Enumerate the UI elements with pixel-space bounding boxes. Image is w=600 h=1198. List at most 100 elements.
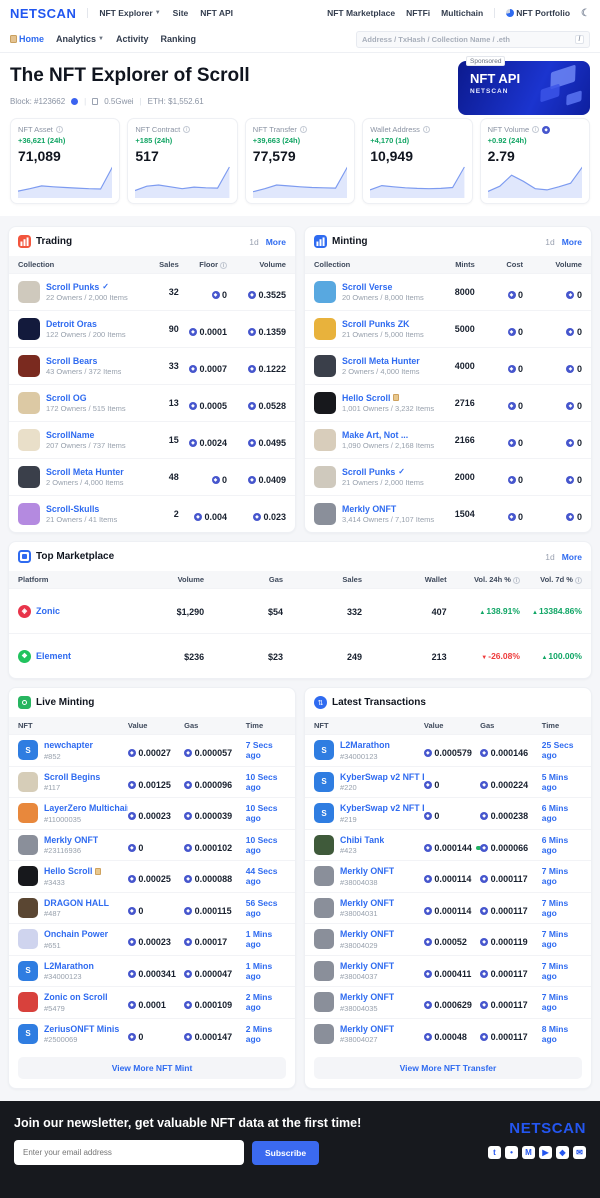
- table-row[interactable]: Merkly ONFT#38004027◆0.00048◆0.0001178 M…: [305, 1018, 591, 1050]
- collection-name[interactable]: Scroll Meta Hunter: [342, 356, 420, 366]
- time-ago-link[interactable]: 10 Secs ago: [246, 772, 286, 792]
- collection-name[interactable]: Merkly ONFT: [340, 961, 394, 971]
- info-icon[interactable]: i: [513, 577, 520, 584]
- stat-card[interactable]: NFT Contracti+185 (24h)517: [127, 118, 237, 204]
- stat-card[interactable]: NFT Volumei◆+0.92 (24h)2.79: [480, 118, 590, 204]
- table-row[interactable]: Scroll Verse20 Owners / 8,000 Items8000◆…: [305, 273, 591, 310]
- time-ago-link[interactable]: 1 Mins ago: [246, 961, 286, 981]
- collection-name[interactable]: Merkly ONFT: [340, 1024, 394, 1034]
- topnav-link[interactable]: Site: [173, 8, 189, 18]
- table-row[interactable]: Zonic on Scroll#5479◆0.0001◆0.0001092 Mi…: [9, 986, 295, 1018]
- topnav-link[interactable]: NFT Explorer▼: [99, 8, 160, 18]
- collection-name[interactable]: Scroll Punks✓: [46, 282, 128, 292]
- table-row[interactable]: Scroll OG172 Owners / 515 Items13◆0.0005…: [9, 384, 295, 421]
- info-icon[interactable]: i: [575, 577, 582, 584]
- brand-logo[interactable]: NETSCAN: [10, 6, 76, 21]
- medium-icon[interactable]: M: [522, 1146, 535, 1159]
- time-ago-link[interactable]: 7 Mins ago: [542, 866, 582, 886]
- table-row[interactable]: Detroit Oras122 Owners / 200 Items90◆0.0…: [9, 310, 295, 347]
- table-row[interactable]: Scroll Punks✓21 Owners / 2,000 Items2000…: [305, 458, 591, 495]
- time-ago-link[interactable]: 7 Mins ago: [542, 898, 582, 918]
- subnav-item-analytics[interactable]: Analytics▼: [56, 34, 104, 44]
- collection-name[interactable]: Chibi Tank: [340, 835, 384, 845]
- collection-name[interactable]: Scroll Verse: [342, 282, 424, 292]
- collection-name[interactable]: ZeriusONFT Minis: [44, 1024, 119, 1034]
- table-row[interactable]: SL2Marathon#34000123◆0.000341◆0.0000471 …: [9, 955, 295, 987]
- stat-card[interactable]: NFT Transferi+39,663 (24h)77,579: [245, 118, 355, 204]
- collection-name[interactable]: Merkly ONFT: [340, 992, 394, 1002]
- collection-name[interactable]: Merkly ONFT: [340, 898, 394, 908]
- table-row[interactable]: Scroll Bears43 Owners / 372 Items33◆0.00…: [9, 347, 295, 384]
- time-ago-link[interactable]: 10 Secs ago: [246, 803, 286, 823]
- table-row[interactable]: LayerZero Multichain ...#11000035◆0.0002…: [9, 797, 295, 829]
- collection-name[interactable]: L2Marathon: [44, 961, 94, 971]
- table-row[interactable]: SKyberSwap v2 NFT Po...#219◆0◆0.0002386 …: [305, 797, 591, 829]
- collection-name[interactable]: Merkly ONFT: [342, 504, 434, 514]
- table-row[interactable]: Merkly ONFT#38004035◆0.000629◆0.0001177 …: [305, 986, 591, 1018]
- topnav-link[interactable]: Multichain: [441, 8, 483, 18]
- collection-name[interactable]: Onchain Power: [44, 929, 108, 939]
- collection-name[interactable]: Merkly ONFT: [340, 929, 394, 939]
- collection-name[interactable]: Zonic on Scroll: [44, 992, 108, 1002]
- table-row[interactable]: Scroll Meta Hunter2 Owners / 4,000 Items…: [305, 347, 591, 384]
- time-ago-link[interactable]: 10 Secs ago: [246, 835, 286, 855]
- table-row[interactable]: Make Art, Not ...1,090 Owners / 2,168 It…: [305, 421, 591, 458]
- collection-name[interactable]: Scroll Punks✓: [342, 467, 424, 477]
- collection-name[interactable]: Scroll OG: [46, 393, 126, 403]
- table-row[interactable]: Merkly ONFT#38004029◆0.00052◆0.0001197 M…: [305, 923, 591, 955]
- table-row[interactable]: Snewchapter#852◆0.00027◆0.0000577 Secs a…: [9, 734, 295, 766]
- youtube-icon[interactable]: ▶: [539, 1146, 552, 1159]
- table-row[interactable]: Merkly ONFT#23116936◆0◆0.00010210 Secs a…: [9, 829, 295, 861]
- table-row[interactable]: Merkly ONFT3,414 Owners / 7,107 Items150…: [305, 495, 591, 532]
- collection-name[interactable]: Scroll Meta Hunter: [46, 467, 124, 477]
- nft-portfolio-link[interactable]: NFT Portfolio: [506, 8, 570, 18]
- marketplace-row[interactable]: ❖Element$236$23249213▼-26.08%▲100.00%: [9, 633, 591, 678]
- table-row[interactable]: DRAGON HALL#487◆0◆0.00011556 Secs ago: [9, 892, 295, 924]
- dark-mode-toggle-icon[interactable]: ☾: [581, 8, 590, 19]
- table-row[interactable]: Scroll-Skulls21 Owners / 41 Items2◆0.004…: [9, 495, 295, 532]
- collection-name[interactable]: Detroit Oras: [46, 319, 126, 329]
- time-ago-link[interactable]: 6 Mins ago: [542, 835, 582, 855]
- collection-name[interactable]: Merkly ONFT: [44, 835, 98, 845]
- platform-name[interactable]: ◈Zonic: [18, 605, 108, 618]
- subnav-item-ranking[interactable]: Ranking: [161, 34, 197, 44]
- time-ago-link[interactable]: 8 Mins ago: [542, 1024, 582, 1044]
- table-row[interactable]: SL2Marathon#34000123◆0.000579◆0.00014625…: [305, 734, 591, 766]
- time-ago-link[interactable]: 7 Mins ago: [542, 929, 582, 949]
- stat-card[interactable]: NFT Asseti+36,621 (24h)71,089: [10, 118, 120, 204]
- stat-card[interactable]: Wallet Addressi+4,170 (1d)10,949: [362, 118, 472, 204]
- collection-name[interactable]: KyberSwap v2 NFT Po...: [340, 803, 424, 813]
- more-link[interactable]: More: [562, 237, 582, 247]
- table-row[interactable]: Scroll Begins#117◆0.00125◆0.00009610 Sec…: [9, 766, 295, 798]
- info-icon[interactable]: i: [423, 126, 430, 133]
- platform-name[interactable]: ❖Element: [18, 650, 108, 663]
- more-link[interactable]: More: [266, 237, 286, 247]
- mail-icon[interactable]: ✉: [573, 1146, 586, 1159]
- marketplace-row[interactable]: ◈Zonic$1,290$54332407▲138.91%▲13384.86%: [9, 588, 591, 633]
- info-icon[interactable]: i: [532, 126, 539, 133]
- time-ago-link[interactable]: 5 Mins ago: [542, 772, 582, 792]
- collection-name[interactable]: Hello Scroll: [44, 866, 101, 876]
- time-ago-link[interactable]: 44 Secs ago: [246, 866, 286, 886]
- twitter-icon[interactable]: t: [488, 1146, 501, 1159]
- view-more-button[interactable]: View More NFT Mint: [18, 1057, 286, 1079]
- time-ago-link[interactable]: 56 Secs ago: [246, 898, 286, 918]
- info-icon[interactable]: i: [183, 126, 190, 133]
- mirror-icon[interactable]: ◆: [556, 1146, 569, 1159]
- time-ago-link[interactable]: 2 Mins ago: [246, 1024, 286, 1044]
- info-icon[interactable]: i: [300, 126, 307, 133]
- sponsored-banner[interactable]: Sponsored NFT API NETSCAN: [458, 61, 590, 115]
- github-icon[interactable]: •: [505, 1146, 518, 1159]
- table-row[interactable]: SKyberSwap v2 NFT Po...#220◆0◆0.0002245 …: [305, 766, 591, 798]
- view-more-button[interactable]: View More NFT Transfer: [314, 1057, 582, 1079]
- topnav-link[interactable]: NFT API: [200, 8, 233, 18]
- subscribe-button[interactable]: Subscribe: [252, 1141, 319, 1165]
- table-row[interactable]: Hello Scroll#3433◆0.00025◆0.00008844 Sec…: [9, 860, 295, 892]
- collection-name[interactable]: Scroll Bears: [46, 356, 121, 366]
- info-icon[interactable]: i: [220, 262, 227, 269]
- time-ago-link[interactable]: 7 Mins ago: [542, 992, 582, 1012]
- time-ago-link[interactable]: 6 Mins ago: [542, 803, 582, 823]
- collection-name[interactable]: Scroll-Skulls: [46, 504, 117, 514]
- collection-name[interactable]: LayerZero Multichain ...: [44, 803, 128, 813]
- collection-name[interactable]: newchapter: [44, 740, 93, 750]
